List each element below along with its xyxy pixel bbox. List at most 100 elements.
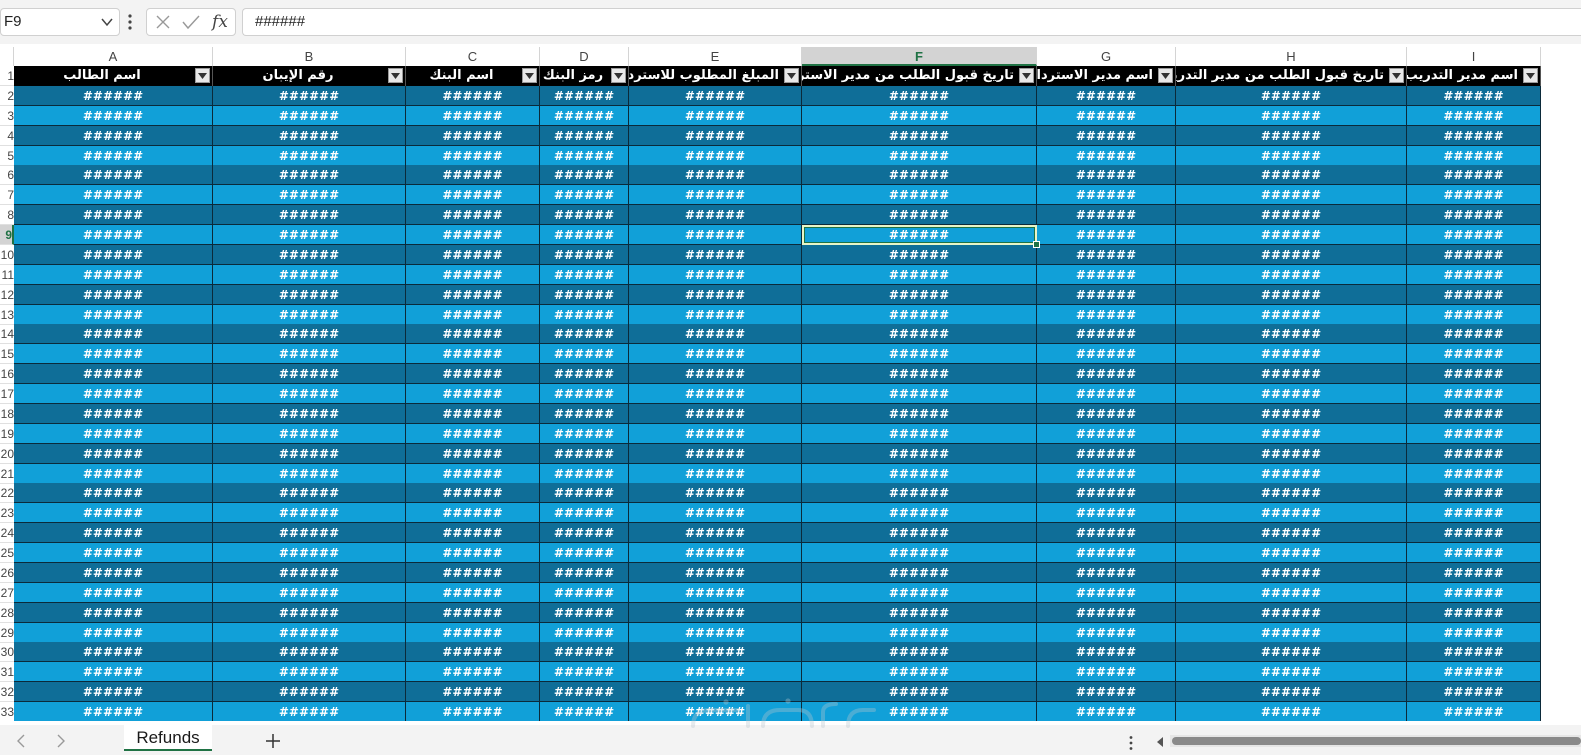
cell-c11[interactable]: ###### — [406, 264, 540, 285]
table-header-e[interactable]: المبلغ المطلوب للاسترداد — [629, 66, 802, 86]
cell-i29[interactable]: ###### — [1407, 622, 1541, 643]
cell-i22[interactable]: ###### — [1407, 483, 1541, 504]
cell-i19[interactable]: ###### — [1407, 423, 1541, 444]
row-header-11[interactable]: 11 — [0, 265, 14, 285]
cell-f6[interactable]: ###### — [802, 165, 1037, 186]
cell-e18[interactable]: ###### — [629, 403, 802, 424]
cell-g7[interactable]: ###### — [1037, 185, 1176, 206]
cell-g16[interactable]: ###### — [1037, 364, 1176, 385]
row-header-16[interactable]: 16 — [0, 364, 14, 385]
cell-b4[interactable]: ###### — [213, 125, 406, 146]
cell-g30[interactable]: ###### — [1037, 642, 1176, 663]
filter-dropdown-icon[interactable] — [195, 68, 210, 83]
cell-f28[interactable]: ###### — [802, 602, 1037, 623]
cell-e2[interactable]: ###### — [629, 85, 802, 106]
cell-a20[interactable]: ###### — [14, 443, 213, 464]
cell-a2[interactable]: ###### — [14, 85, 213, 106]
cell-g31[interactable]: ###### — [1037, 662, 1176, 683]
cell-f24[interactable]: ###### — [802, 523, 1037, 544]
cell-f2[interactable]: ###### — [802, 85, 1037, 106]
cell-g29[interactable]: ###### — [1037, 622, 1176, 643]
cell-b17[interactable]: ###### — [213, 384, 406, 404]
cell-a25[interactable]: ###### — [14, 543, 213, 563]
cell-e12[interactable]: ###### — [629, 284, 802, 305]
cell-i18[interactable]: ###### — [1407, 403, 1541, 424]
cell-d5[interactable]: ###### — [540, 145, 629, 166]
cell-g25[interactable]: ###### — [1037, 543, 1176, 563]
table-header-a[interactable]: اسم الطالب — [14, 66, 213, 86]
cell-a7[interactable]: ###### — [14, 185, 213, 206]
cell-g26[interactable]: ###### — [1037, 562, 1176, 583]
cell-f17[interactable]: ###### — [802, 384, 1037, 404]
cell-i26[interactable]: ###### — [1407, 562, 1541, 583]
cell-e20[interactable]: ###### — [629, 443, 802, 464]
cell-a22[interactable]: ###### — [14, 483, 213, 504]
cell-e4[interactable]: ###### — [629, 125, 802, 146]
cell-c9[interactable]: ###### — [406, 225, 540, 245]
cell-h33[interactable]: ###### — [1176, 702, 1407, 721]
filter-dropdown-icon[interactable] — [1523, 68, 1538, 83]
cell-c16[interactable]: ###### — [406, 364, 540, 385]
cell-f20[interactable]: ###### — [802, 443, 1037, 464]
cell-f30[interactable]: ###### — [802, 642, 1037, 663]
cell-c29[interactable]: ###### — [406, 622, 540, 643]
cell-b21[interactable]: ###### — [213, 463, 406, 484]
cell-h7[interactable]: ###### — [1176, 185, 1407, 206]
cell-e23[interactable]: ###### — [629, 503, 802, 524]
cell-f13[interactable]: ###### — [802, 304, 1037, 325]
cell-a19[interactable]: ###### — [14, 423, 213, 444]
cell-g11[interactable]: ###### — [1037, 264, 1176, 285]
cell-e22[interactable]: ###### — [629, 483, 802, 504]
cell-b27[interactable]: ###### — [213, 582, 406, 603]
cell-f19[interactable]: ###### — [802, 423, 1037, 444]
cell-b29[interactable]: ###### — [213, 622, 406, 643]
cell-a6[interactable]: ###### — [14, 165, 213, 186]
cell-d22[interactable]: ###### — [540, 483, 629, 504]
cell-a9[interactable]: ###### — [14, 225, 213, 245]
cell-g32[interactable]: ###### — [1037, 682, 1176, 703]
cell-i15[interactable]: ###### — [1407, 344, 1541, 365]
cell-c23[interactable]: ###### — [406, 503, 540, 524]
filter-dropdown-icon[interactable] — [1389, 68, 1404, 83]
cell-i2[interactable]: ###### — [1407, 85, 1541, 106]
cell-a12[interactable]: ###### — [14, 284, 213, 305]
cell-c28[interactable]: ###### — [406, 602, 540, 623]
cell-h17[interactable]: ###### — [1176, 384, 1407, 404]
cell-f14[interactable]: ###### — [802, 324, 1037, 345]
cell-e15[interactable]: ###### — [629, 344, 802, 365]
filter-dropdown-icon[interactable] — [1158, 68, 1173, 83]
cell-g8[interactable]: ###### — [1037, 205, 1176, 226]
cell-b31[interactable]: ###### — [213, 662, 406, 683]
cell-d6[interactable]: ###### — [540, 165, 629, 186]
cell-h16[interactable]: ###### — [1176, 364, 1407, 385]
cell-g6[interactable]: ###### — [1037, 165, 1176, 186]
row-header-26[interactable]: 26 — [0, 563, 14, 583]
cell-b16[interactable]: ###### — [213, 364, 406, 385]
row-header-8[interactable]: 8 — [0, 205, 14, 226]
cell-a31[interactable]: ###### — [14, 662, 213, 683]
cell-c30[interactable]: ###### — [406, 642, 540, 663]
select-all-corner[interactable] — [0, 47, 14, 66]
cell-f27[interactable]: ###### — [802, 582, 1037, 603]
cell-a27[interactable]: ###### — [14, 582, 213, 603]
cell-c10[interactable]: ###### — [406, 244, 540, 265]
row-header-4[interactable]: 4 — [0, 126, 14, 146]
cell-i30[interactable]: ###### — [1407, 642, 1541, 663]
cell-i31[interactable]: ###### — [1407, 662, 1541, 683]
cell-d30[interactable]: ###### — [540, 642, 629, 663]
cell-e30[interactable]: ###### — [629, 642, 802, 663]
row-header-13[interactable]: 13 — [0, 305, 14, 325]
table-header-c[interactable]: اسم البنك — [406, 66, 540, 86]
cell-g27[interactable]: ###### — [1037, 582, 1176, 603]
row-header-22[interactable]: 22 — [0, 483, 14, 504]
cell-e28[interactable]: ###### — [629, 602, 802, 623]
filter-dropdown-icon[interactable] — [522, 68, 537, 83]
cell-d13[interactable]: ###### — [540, 304, 629, 325]
cell-a11[interactable]: ###### — [14, 264, 213, 285]
scroll-left-icon[interactable] — [1155, 736, 1165, 748]
cell-a13[interactable]: ###### — [14, 304, 213, 325]
cell-a5[interactable]: ###### — [14, 145, 213, 166]
cell-c32[interactable]: ###### — [406, 682, 540, 703]
cell-g28[interactable]: ###### — [1037, 602, 1176, 623]
cell-i25[interactable]: ###### — [1407, 543, 1541, 563]
